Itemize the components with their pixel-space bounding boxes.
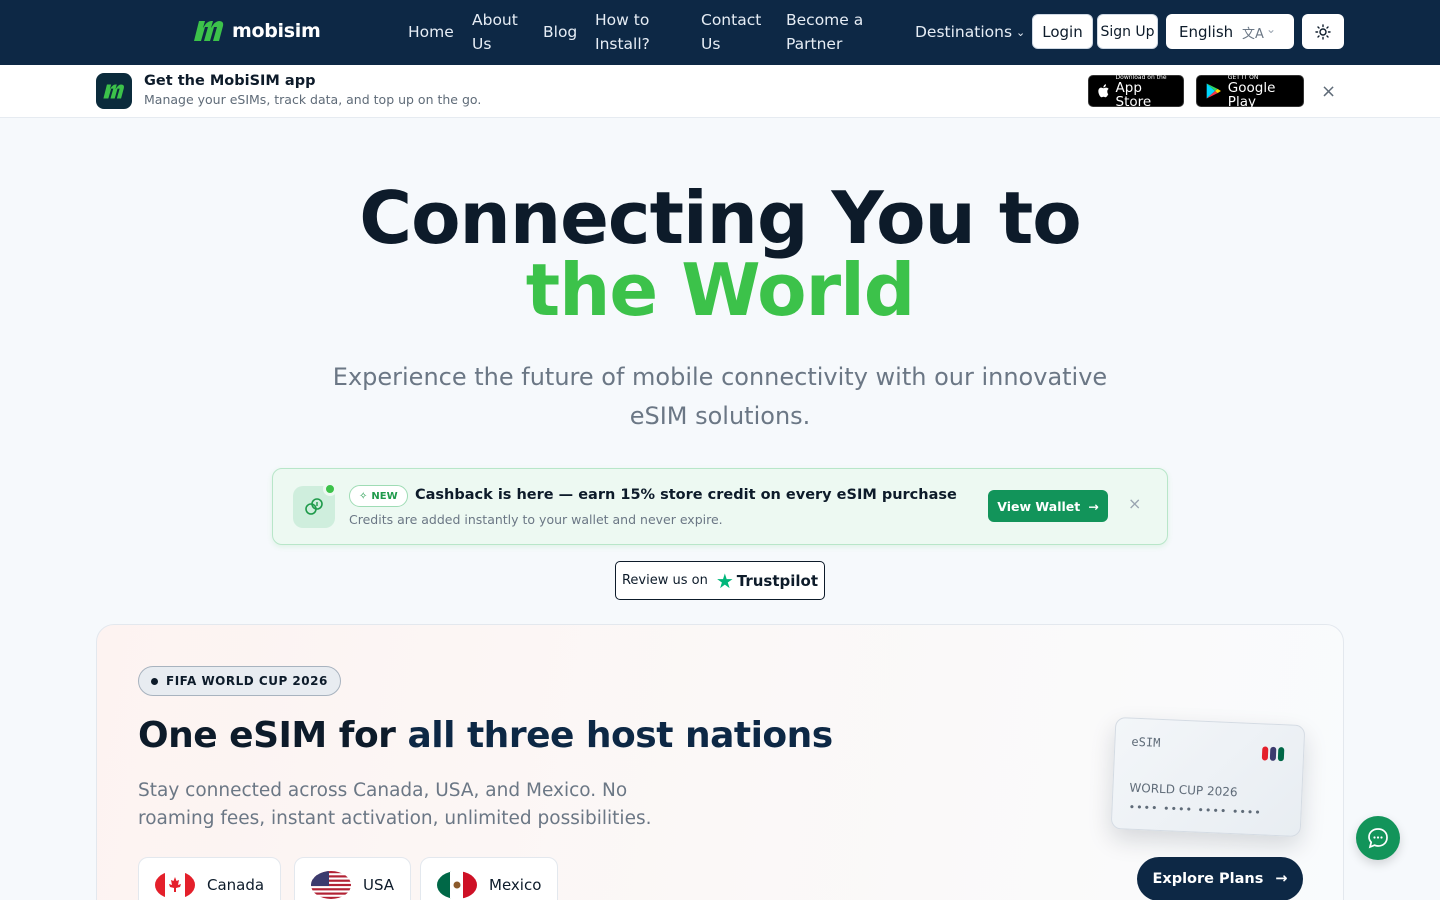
trustpilot-prefix: Review us on <box>621 573 708 588</box>
world-cup-title-highlight: all three host nations <box>407 715 833 756</box>
esim-card-illustration: eSIM WORLD CUP 2026 •••• •••• •••• •••• <box>1110 716 1306 838</box>
nav-contact-label-line2: Us <box>701 35 721 53</box>
new-badge-label: NEW <box>371 490 398 502</box>
esim-card-label: eSIM <box>1131 734 1161 750</box>
nav-about-label-line2: Us <box>472 35 492 53</box>
country-name-usa: USA <box>363 876 395 894</box>
nav-blog-label: Blog <box>543 23 578 41</box>
world-cup-title: One eSIM for all three host nations <box>138 715 833 756</box>
brand-logo[interactable]: mobisim <box>192 19 321 43</box>
world-cup-badge: FIFA WORLD CUP 2026 <box>138 666 341 696</box>
app-icon <box>96 73 132 109</box>
google-play-label: Google Play <box>1227 79 1276 110</box>
app-store-button[interactable]: Download on the App Store <box>1088 74 1184 110</box>
mexico-flag-icon <box>437 871 477 899</box>
close-icon[interactable]: × <box>1321 81 1336 102</box>
view-wallet-label: View Wallet <box>997 498 1081 514</box>
trustpilot-review-button[interactable]: Review us on ★ Trustpilot <box>615 561 825 600</box>
world-cup-badge-label: FIFA WORLD CUP 2026 <box>166 674 328 688</box>
explore-plans-button[interactable]: Explore Plans → <box>1137 857 1303 900</box>
translate-icon: 文A <box>1242 27 1264 42</box>
country-name-mexico: Mexico <box>489 876 542 894</box>
nav-about-link[interactable]: About Us <box>472 8 518 56</box>
google-play-icon <box>1206 83 1221 99</box>
sparkle-icon: ✧ <box>359 490 368 502</box>
arrow-right-icon: → <box>1088 498 1099 514</box>
flag-stripes-icon <box>1261 746 1285 762</box>
explore-plans-label: Explore Plans <box>1152 871 1264 887</box>
nav-partner-label-line2: Partner <box>786 35 843 53</box>
apple-icon <box>1098 84 1109 98</box>
star-icon: ★ <box>715 568 734 593</box>
signup-button[interactable]: Sign Up <box>1097 14 1158 49</box>
nav-destinations-label: Destinations <box>915 23 1013 41</box>
hero-title-line1: Connecting You to <box>359 176 1082 260</box>
nav-home-link[interactable]: Home <box>408 20 454 44</box>
world-cup-promo-card: FIFA WORLD CUP 2026 One eSIM for all thr… <box>96 624 1344 900</box>
app-banner-title: Get the MobiSIM app <box>144 73 316 89</box>
nav-how-to-label-line1: How to <box>595 11 650 29</box>
canada-flag-icon <box>155 871 195 899</box>
top-navbar: mobisim Home About Us Blog How to Instal… <box>0 0 1440 65</box>
world-cup-description: Stay connected across Canada, USA, and M… <box>138 780 652 829</box>
google-play-button[interactable]: GET IT ON Google Play <box>1196 74 1304 110</box>
cashback-title: Cashback is here — earn 15% store credit… <box>415 487 957 503</box>
nav-how-to-install-link[interactable]: How to Install? <box>595 8 650 56</box>
language-value: English <box>1179 22 1234 41</box>
app-store-label: App Store <box>1115 79 1152 110</box>
logo-mark-icon <box>194 21 224 41</box>
hero-subtitle: Experience the future of mobile connecti… <box>332 363 1108 430</box>
cashback-banner: ✧ NEW Cashback is here — earn 15% store … <box>272 468 1168 545</box>
trustpilot-logo: ★ Trustpilot <box>716 571 818 591</box>
arrow-right-icon: → <box>1275 871 1288 887</box>
nav-partner-label-line1: Become a <box>786 11 864 29</box>
trustpilot-brand: Trustpilot <box>736 571 819 590</box>
cashback-subtitle: Credits are added instantly to your wall… <box>349 512 723 527</box>
sun-icon <box>1315 23 1331 40</box>
hero-title-line2: the World <box>525 248 916 332</box>
nav-partner-link[interactable]: Become a Partner <box>786 8 863 56</box>
country-chip-mexico[interactable]: Mexico <box>420 857 559 900</box>
live-chat-button[interactable] <box>1356 816 1400 860</box>
badge-dot <box>151 677 158 685</box>
nav-contact-label-line1: Contact <box>701 11 762 29</box>
nav-destinations-dropdown[interactable]: Destinations ⌄ <box>915 20 1025 45</box>
esim-card-number: •••• •••• •••• •••• <box>1128 800 1263 820</box>
country-chip-canada[interactable]: Canada <box>138 857 282 900</box>
new-badge: ✧ NEW <box>349 485 408 507</box>
nav-about-label-line1: About <box>472 11 518 29</box>
nav-how-to-label-line2: Install? <box>595 35 650 53</box>
app-download-banner: Get the MobiSIM app Manage your eSIMs, t… <box>0 65 1440 118</box>
brand-name: mobisim <box>232 20 321 42</box>
country-chip-usa[interactable]: USA <box>294 857 412 900</box>
nav-blog-link[interactable]: Blog <box>543 20 577 44</box>
chat-bubble-icon <box>1368 828 1388 849</box>
theme-toggle-button[interactable] <box>1302 14 1344 49</box>
login-button[interactable]: Login <box>1032 14 1093 49</box>
chevron-down-icon: ⌄ <box>1266 22 1277 36</box>
view-wallet-button[interactable]: View Wallet → <box>988 490 1108 522</box>
logo-mark-icon <box>103 83 124 99</box>
language-select[interactable]: English 文A ⌄ <box>1166 14 1294 49</box>
world-cup-title-plain: One eSIM for <box>138 715 408 756</box>
chevron-down-icon: ⌄ <box>1016 25 1026 39</box>
nav-contact-link[interactable]: Contact Us <box>701 8 761 56</box>
nav-home-label: Home <box>408 23 454 41</box>
country-name-canada: Canada <box>207 876 265 894</box>
app-banner-subtitle: Manage your eSIMs, track data, and top u… <box>144 92 482 107</box>
usa-flag-icon <box>311 871 351 899</box>
esim-card-event: WORLD CUP 2026 <box>1129 780 1238 800</box>
notification-dot <box>323 482 337 496</box>
close-icon[interactable]: × <box>1128 494 1141 513</box>
